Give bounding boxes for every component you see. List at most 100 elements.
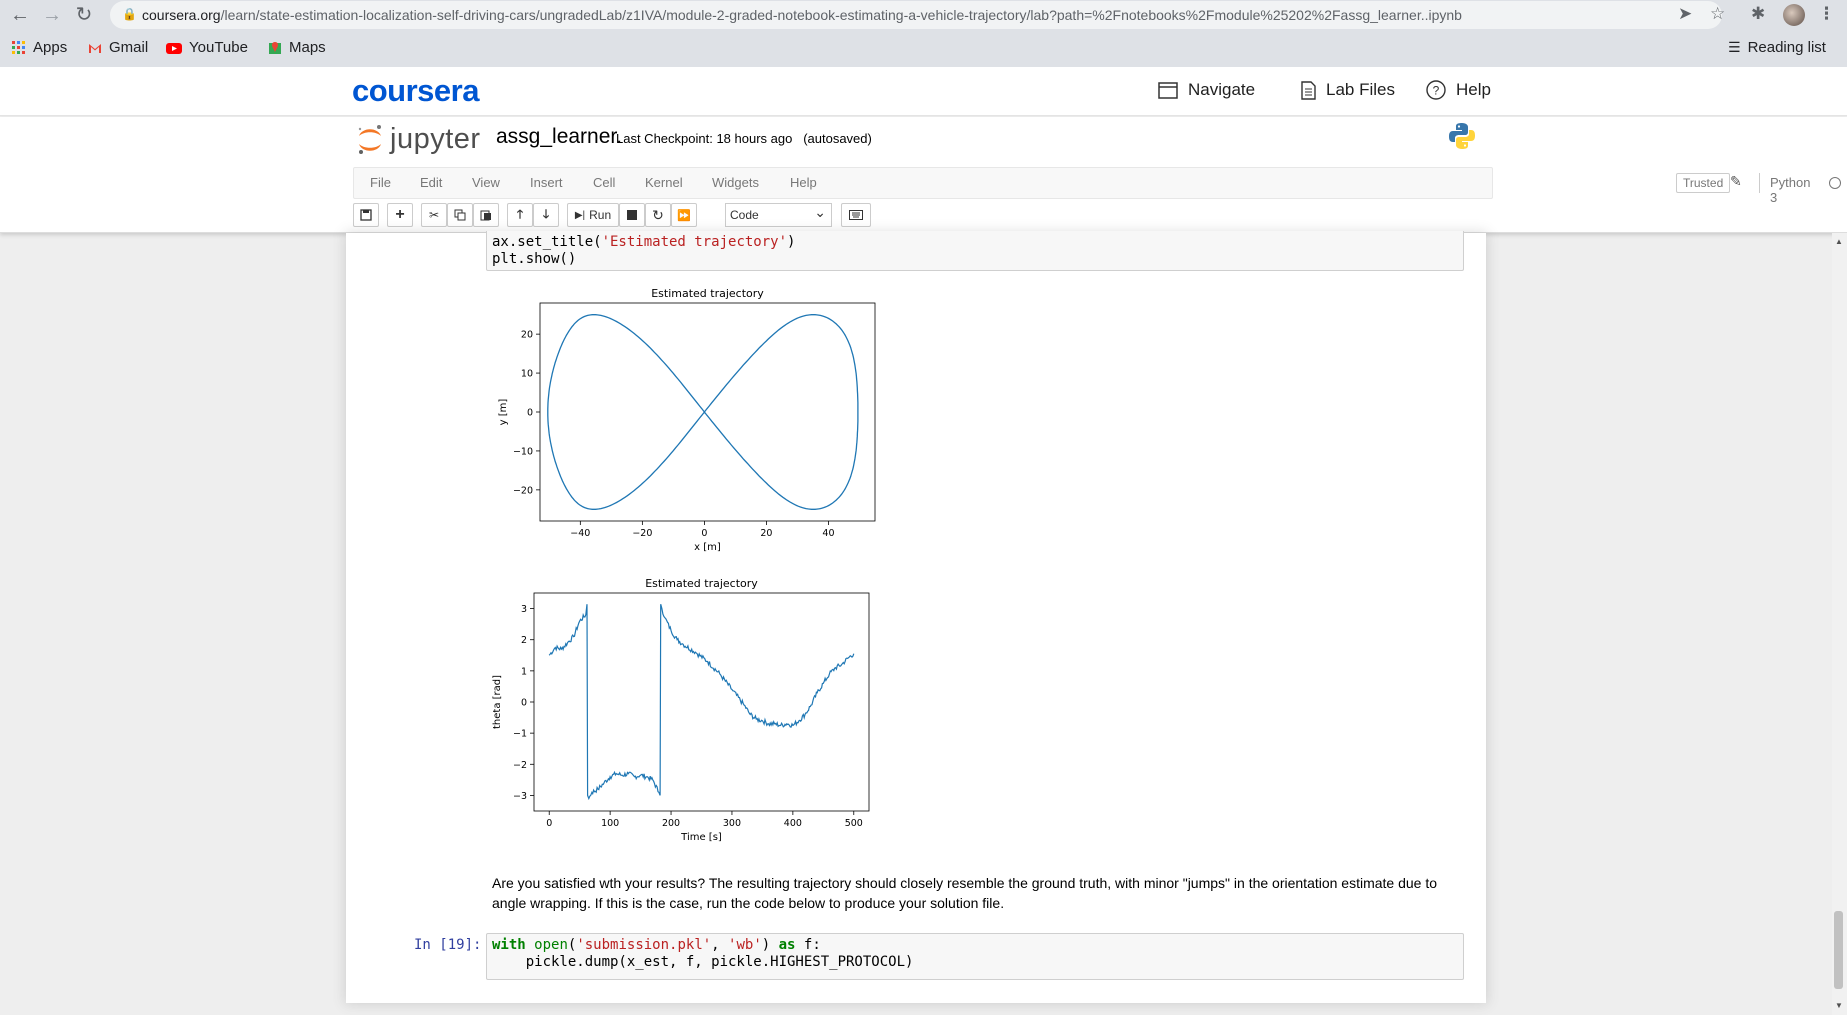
reading-list[interactable]: ☰ Reading list — [1728, 39, 1826, 56]
cut-button[interactable]: ✂ — [421, 203, 447, 227]
x-tick-label: 20 — [760, 528, 772, 539]
y-tick-label: 1 — [521, 666, 527, 677]
restart-button[interactable]: ↻ — [645, 203, 671, 227]
url-path: /learn/state-estimation-localization-sel… — [220, 7, 1462, 23]
bookmark-youtube[interactable]: YouTube — [166, 39, 248, 56]
jupyter-logo[interactable]: jupyter — [356, 122, 481, 156]
maps-icon — [269, 41, 281, 54]
move-up-button[interactable]: 🡑 — [507, 203, 533, 227]
save-icon — [360, 209, 372, 221]
jupyter-logo-icon — [358, 125, 381, 154]
run-button[interactable]: ▶| Run — [567, 203, 619, 227]
menu-cell[interactable]: Cell — [593, 175, 615, 190]
code-line: ax.set_title('Estimated trajectory') — [492, 234, 1458, 251]
x-tick-label: 0 — [701, 528, 707, 539]
copy-button[interactable] — [447, 203, 473, 227]
y-axis-label: theta [rad] — [492, 675, 503, 729]
code-token: ax.set_title( — [492, 234, 602, 250]
code-string: 'Estimated trajectory' — [601, 234, 788, 250]
menu-view[interactable]: View — [472, 175, 500, 190]
navigate-button[interactable]: Navigate — [1158, 80, 1255, 100]
menu-kernel[interactable]: Kernel — [645, 175, 683, 190]
notebook-name[interactable]: assg_learner. — [496, 125, 622, 149]
plot-frame — [539, 302, 876, 522]
lock-icon: 🔒 — [122, 7, 137, 21]
code-line: pickle.dump(x_est, f, pickle.HIGHEST_PRO… — [492, 954, 914, 970]
bookmark-apps[interactable]: Apps — [12, 39, 67, 56]
code-token: ) — [761, 937, 779, 953]
address-bar[interactable]: 🔒 coursera.org/learn/state-estimation-lo… — [110, 1, 1722, 29]
trajectory-xy-figure: Estimated trajectory −40 −20 0 20 40 −20 −10 0 10… — [490, 284, 890, 559]
scrollbar-thumb[interactable] — [1834, 911, 1843, 989]
coursera-logo[interactable]: coursera — [352, 73, 479, 109]
extensions-icon[interactable]: ✱ — [1751, 4, 1765, 24]
avatar[interactable] — [1783, 4, 1805, 26]
svg-text:?: ? — [1433, 84, 1440, 98]
bookmark-star-icon[interactable]: ☆ — [1710, 4, 1725, 24]
code-cell-input[interactable]: ax.set_title('Estimated trajectory') plt… — [486, 231, 1464, 271]
paste-button[interactable] — [473, 203, 499, 227]
scroll-up-icon[interactable]: ▲ — [1835, 237, 1843, 246]
code-keyword: as — [778, 937, 796, 953]
forward-icon[interactable]: → — [40, 3, 64, 27]
bookmark-maps[interactable]: Maps — [268, 39, 326, 56]
reading-list-label: Reading list — [1747, 39, 1826, 56]
restart-icon: ↻ — [652, 206, 664, 223]
insert-cell-button[interactable]: + — [387, 203, 413, 227]
help-button[interactable]: ? Help — [1426, 80, 1491, 100]
stop-icon — [627, 210, 637, 220]
cell-type-select[interactable]: Code — [725, 203, 832, 227]
menu-insert[interactable]: Insert — [530, 175, 563, 190]
trajectory-xy-chart: Estimated trajectory −40 −20 0 20 40 −20 −10 0 10… — [498, 287, 876, 553]
code-cell-input[interactable]: with open('submission.pkl', 'wb') as f: … — [486, 933, 1464, 980]
back-icon[interactable]: ← — [8, 3, 32, 27]
reload-icon[interactable]: ↻ — [72, 3, 96, 27]
save-button[interactable] — [353, 203, 379, 227]
x-tick-label: 0 — [546, 818, 552, 829]
pencil-icon[interactable]: ✎ — [1730, 173, 1742, 190]
jupyter-logo-text: jupyter — [390, 122, 481, 155]
window-icon — [1158, 81, 1178, 99]
jupyter-menubar: File Edit View Insert Cell Kernel Widget… — [353, 167, 1841, 205]
jupyter-header: jupyter assg_learner. Last Checkpoint: 1… — [0, 117, 1847, 233]
x-axis-label: Time [s] — [680, 832, 722, 843]
code-token: , — [711, 937, 729, 953]
menu-file[interactable]: File — [370, 175, 391, 190]
restart-run-all-button[interactable]: ⏩ — [671, 203, 697, 227]
menu-help[interactable]: Help — [790, 175, 817, 190]
lab-files-button[interactable]: Lab Files — [1300, 80, 1395, 100]
x-tick-label: 40 — [822, 528, 834, 539]
bookmark-gmail[interactable]: Gmail — [88, 39, 148, 56]
code-keyword: with — [492, 937, 526, 953]
move-down-button[interactable]: 🡓 — [533, 203, 559, 227]
x-tick-label: −20 — [632, 528, 652, 539]
apps-grid-icon — [12, 40, 25, 54]
kebab-menu-icon[interactable]: ⋮ — [1818, 4, 1835, 24]
run-label: Run — [589, 208, 612, 222]
x-tick-label: 200 — [662, 818, 680, 829]
plot-frame — [533, 592, 870, 812]
bookmarks-bar: Apps Gmail YouTube Maps ☰ Reading list — [0, 34, 1847, 62]
command-palette-button[interactable] — [841, 203, 871, 227]
x-tick-label: 400 — [784, 818, 802, 829]
interrupt-button[interactable] — [619, 203, 645, 227]
y-tick-label: −2 — [513, 760, 527, 771]
x-tick-label: 500 — [845, 818, 863, 829]
trajectory-theta-chart: Estimated trajectory 0 100 200 300 400 500 −3 −2… — [492, 577, 870, 843]
notebook-container: ax.set_title('Estimated trajectory') plt… — [346, 231, 1486, 1003]
trusted-badge[interactable]: Trusted — [1676, 173, 1731, 193]
step-forward-icon: ▶| — [574, 209, 586, 221]
kernel-status-icon — [1829, 177, 1841, 189]
url-text[interactable]: coursera.org/learn/state-estimation-loca… — [142, 7, 1662, 23]
markdown-cell[interactable]: Are you satisfied wth your results? The … — [492, 873, 1472, 913]
y-tick-label: −3 — [513, 791, 527, 802]
code-token: f: — [795, 937, 821, 953]
menu-widgets[interactable]: Widgets — [712, 175, 759, 190]
send-icon[interactable]: ➤ — [1678, 4, 1692, 24]
scroll-down-icon[interactable]: ▼ — [1835, 1001, 1843, 1010]
gmail-icon — [89, 43, 101, 53]
menu-edit[interactable]: Edit — [420, 175, 442, 190]
code-token: ) — [787, 234, 796, 250]
bookmark-label: Apps — [33, 39, 68, 56]
page-scrollbar[interactable]: ▲ ▼ — [1832, 233, 1847, 1015]
